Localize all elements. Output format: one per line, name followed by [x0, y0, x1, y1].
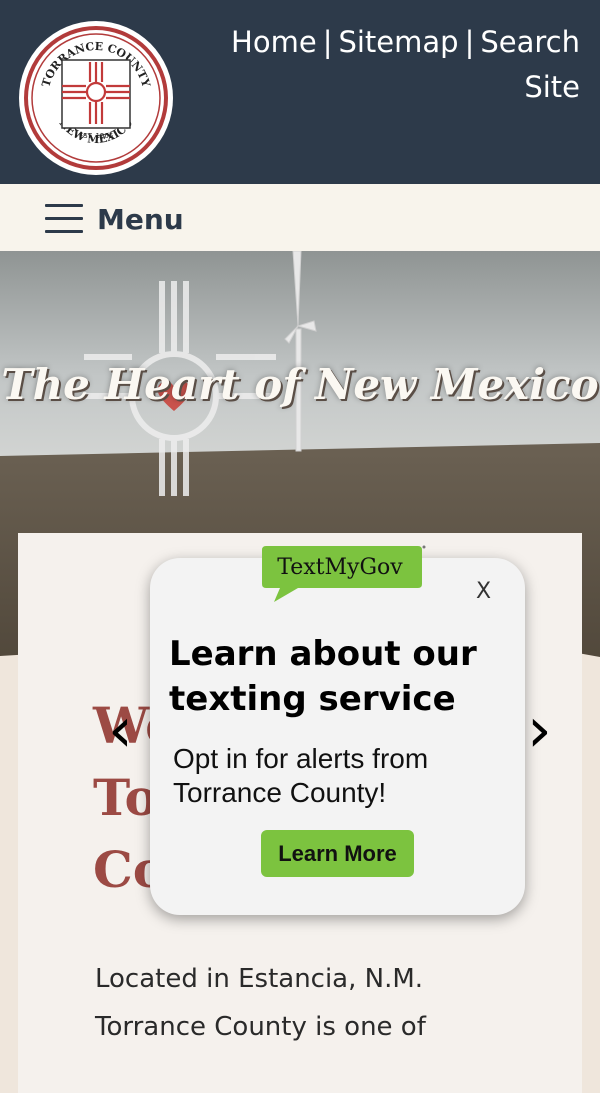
popup-title: Learn about our texting service	[169, 634, 477, 719]
utility-links: Home | Sitemap | Search Site	[200, 20, 580, 110]
link-separator: |	[464, 25, 475, 59]
seal-est-text: EST. 1905	[79, 132, 114, 140]
link-separator: |	[322, 25, 333, 59]
intro-text: Located in Estancia, N.M. Torrance Count…	[95, 964, 426, 1042]
textmygov-brand-text: TextMyGov	[277, 555, 403, 580]
carousel-prev-icon[interactable]: ‹	[108, 690, 133, 770]
carousel-next-icon[interactable]: ›	[527, 690, 552, 770]
hamburger-icon[interactable]	[45, 204, 83, 234]
menu-bar	[0, 184, 600, 251]
sitemap-link[interactable]: Sitemap	[338, 25, 458, 59]
popup-close-button[interactable]: X	[476, 578, 491, 606]
county-seal-logo[interactable]: TORRANCE COUNTY NEW MEXICO EST. 1905	[18, 20, 174, 176]
home-link[interactable]: Home	[231, 25, 317, 59]
menu-button[interactable]: Menu	[97, 202, 184, 238]
search-site-link[interactable]: Search Site	[480, 25, 580, 104]
learn-more-button[interactable]: Learn More	[261, 830, 414, 877]
hero-tagline: The Heart of New Mexico	[1, 360, 599, 409]
popup-body-text: Opt in for alerts from Torrance County!	[173, 743, 429, 808]
